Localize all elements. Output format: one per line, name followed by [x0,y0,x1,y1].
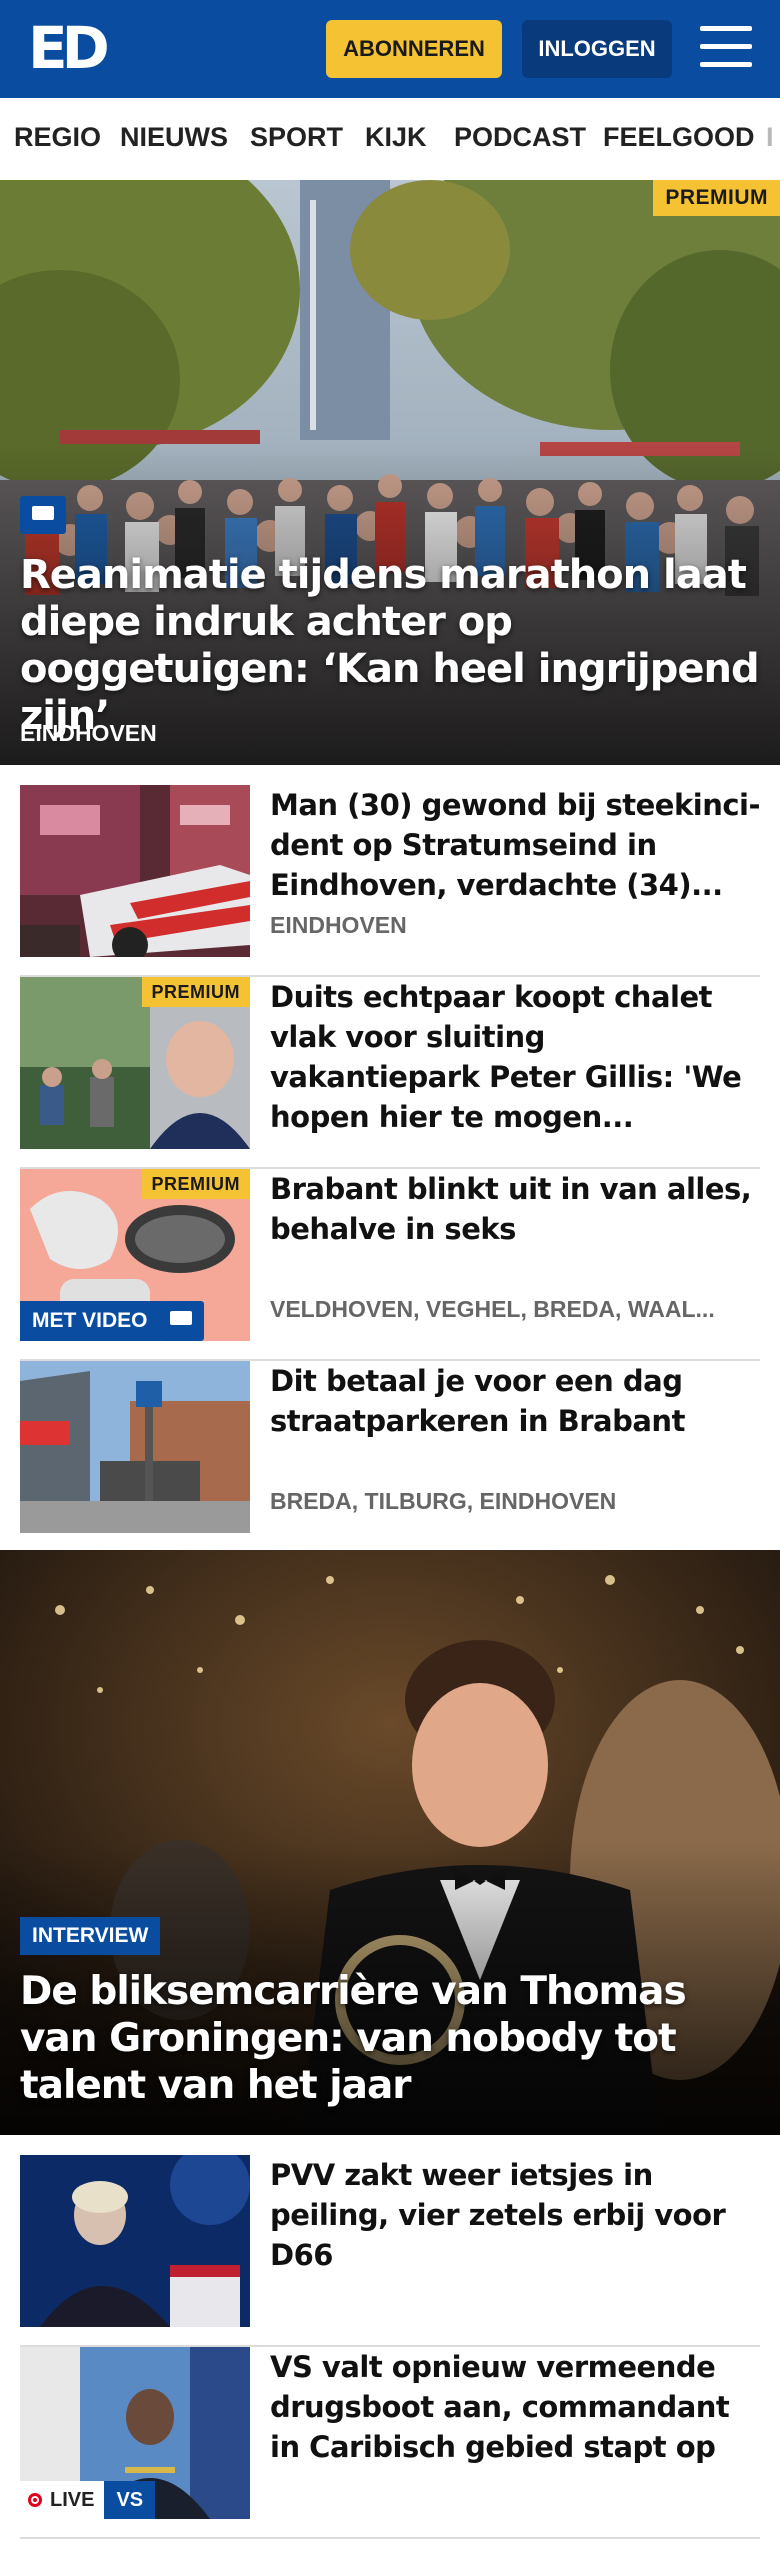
ed-logo[interactable]: ED [28,18,110,78]
nav-item-regio[interactable]: REGIO [14,122,101,153]
article-thumbnail: PREMIUM [20,977,250,1149]
nav-overflow-indicator: I [766,122,774,152]
comment-icon [158,1301,204,1341]
login-button[interactable]: INLOGGEN [522,20,672,78]
article-thumbnail [20,785,250,957]
article-thumbnail [20,2155,250,2327]
live-dot-icon [28,2493,42,2507]
article-card[interactable]: Man (30) gewond bij steekinci-dent op St… [20,785,761,977]
live-tag-row: LIVE VS [20,2481,156,2519]
premium-badge: PREMIUM [141,1169,250,1199]
hero-location: EINDHOVEN [20,720,157,746]
video-badge: MET VIDEO [20,1301,160,1341]
live-badge: LIVE [20,2481,105,2519]
article-title[interactable]: Duits echtpaar koopt chalet vlak voor sl… [270,977,760,1137]
interview-badge: INTERVIEW [20,1917,161,1955]
article-location: EINDHOVEN [270,912,407,938]
premium-badge: PREMIUM [653,180,780,216]
article-thumbnail: PREMIUM MET VIDEO [20,1169,250,1341]
article-location: BREDA, TILBURG, EINDHOVEN [270,1488,617,1514]
article-title[interactable]: PVV zakt weer ietsjes in peiling, vier z… [270,2155,760,2275]
article-thumbnail [20,1361,250,1533]
article-thumbnail: LIVE VS [20,2347,250,2519]
live-label: LIVE [50,2489,95,2511]
article-location: VELDHOVEN, VEGHEL, BREDA, WAAL... [270,1296,715,1322]
site-header: ED ABONNEREN INLOGGEN [0,0,780,98]
nav-item-kijk[interactable]: KIJK [365,122,427,153]
comment-icon [20,496,66,534]
section-nav: REGIO NIEUWS SPORT KIJK PODCAST FEELGOOD… [0,98,780,181]
feature-headline[interactable]: De bliksemcarrière van Thomas van Gronin… [20,1968,760,2109]
topic-tag: VS [104,2481,156,2519]
article-card[interactable]: Dit betaal je voor een dag straatparkere… [20,1361,760,1553]
nav-item-nieuws[interactable]: NIEUWS [120,122,228,153]
article-card[interactable]: LIVE VS VS valt opnieuw vermeende drugsb… [20,2347,760,2539]
article-title[interactable]: VS valt opnieuw vermeende drugsboot aan,… [270,2347,760,2467]
article-title[interactable]: Dit betaal je voor een dag straatparkere… [270,1361,760,1441]
nav-item-feelgood[interactable]: FEELGOOD [603,122,755,153]
article-card[interactable]: PREMIUM Duits echtpaar koopt chalet vlak… [20,977,760,1169]
premium-badge: PREMIUM [141,977,250,1007]
nav-item-podcast[interactable]: PODCAST [454,122,586,153]
article-card[interactable]: PREMIUM MET VIDEO Brabant blinkt uit in … [20,1169,760,1361]
hero-headline[interactable]: Reanimatie tijdens marathon laat diepe i… [20,552,760,740]
article-title[interactable]: Man (30) gewond bij steekinci-dent op St… [270,785,761,905]
article-card[interactable]: PVV zakt weer ietsjes in peiling, vier z… [20,2155,760,2347]
article-title[interactable]: Brabant blinkt uit in van alles, behalve… [270,1169,760,1249]
menu-icon[interactable] [700,26,752,70]
feature-article[interactable]: INTERVIEW De bliksemcarrière van Thomas … [0,1550,780,2135]
hero-article[interactable]: PREMIUM Reanimatie tijdens marathon laat… [0,180,780,765]
nav-item-sport[interactable]: SPORT [250,122,343,153]
subscribe-button[interactable]: ABONNEREN [326,20,502,78]
